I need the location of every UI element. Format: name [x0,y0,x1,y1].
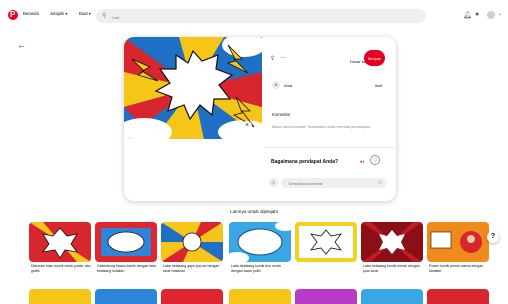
search-bar[interactable]: ⚲ [96,9,426,23]
comment-input[interactable] [286,179,378,189]
grid-pin-1-caption: Dekorasi buku komik untuk poster dan gra… [31,264,91,273]
grid-pin-1[interactable] [29,222,91,262]
comments-title: Komentar [272,112,291,117]
grid-pin-6[interactable] [361,222,423,262]
grid-pin-1-image [29,222,91,262]
grid-pin-7[interactable] [427,222,489,262]
search-input[interactable] [110,11,414,23]
close-icon[interactable]: × [242,121,252,131]
share-icon[interactable]: ⇪ [270,55,275,62]
emoji-icon[interactable]: ☺ [377,179,383,187]
grid-pin-5-image [295,222,357,262]
grid-pin-6-caption: Latar belakang komik merah dengan pola s… [363,264,420,273]
back-arrow-icon[interactable]: ← [17,40,26,50]
nav-create-label: Buat [79,11,88,16]
nav-explore-label: Jelajahi [50,11,65,16]
help-button[interactable]: ? [487,231,499,243]
grid-pin-12[interactable] [295,289,357,304]
comment-box[interactable]: ☺ [281,178,387,189]
grid-pin-7-caption: Poster komik penuh warna dengan karakter [429,264,484,273]
grid-pin-4[interactable] [229,222,291,262]
nav-create[interactable]: Buat ▾ [79,11,91,16]
more-icon[interactable]: ··· [280,55,286,61]
grid-pin-13[interactable] [361,289,423,304]
grid-pin-14[interactable] [427,289,489,304]
more-to-explore-title: Lainnya untuk dijelajahi [230,209,278,214]
top-bar: Beranda Jelajahi ▾ Buat ▾ ⚲ 🔔︎ ● ⌄ [0,0,508,34]
reaction-count: ♥1 [360,159,365,164]
grid-pin-2-caption: Gelembung bicara komik dengan latar bela… [97,264,157,273]
grid-pin-8[interactable] [29,289,91,304]
nav-home[interactable]: Beranda [23,11,39,16]
reaction-count-value: 1 [362,159,365,164]
nav-explore[interactable]: Jelajahi ▾ [50,11,67,16]
chevron-down-icon[interactable]: ⌄ [498,11,502,17]
grid-pin-3[interactable] [161,222,223,262]
grid-pin-3-caption: Latar belakang gaya pop art dengan sinar… [163,264,220,273]
grid-pin-7-image [427,222,489,262]
comment-avatar: Y [269,178,278,187]
grid-pin-2-image [95,222,157,262]
user-name[interactable]: Ama [284,83,292,88]
reaction-question: Bagaimana pendapat Anda? [271,159,339,165]
grid-pin-4-image [229,222,291,262]
grid-pin-3-image [161,222,223,262]
avatar[interactable] [487,11,495,19]
react-heart-button[interactable]: ♡ [370,155,380,165]
grid-pin-4-caption: Latar belakang komik biru cerah dengan a… [231,264,281,273]
grid-pin-10[interactable] [161,289,223,304]
grid-pin-5[interactable] [295,222,357,262]
comments-empty-text: Belum ada komentar! Tambahkan untuk memu… [272,125,371,129]
pinterest-logo[interactable] [8,10,18,20]
notifications-icon[interactable]: 🔔︎ [463,11,472,19]
grid-pin-6-image [361,222,423,262]
follow-button[interactable]: Ikuti [375,83,382,88]
grid-pin-11[interactable] [229,289,291,304]
divider [264,147,396,148]
grid-pin-2[interactable] [95,222,157,262]
search-icon: ⚲ [102,13,107,19]
user-avatar[interactable]: A [272,81,280,89]
pin-card: × ⇪ ··· Duvar kağıtları ▾ Simpan A Ama I… [124,37,396,201]
messages-icon[interactable]: ● [475,11,479,18]
grid-pin-9[interactable] [95,289,157,304]
save-button[interactable]: Simpan [364,50,385,66]
